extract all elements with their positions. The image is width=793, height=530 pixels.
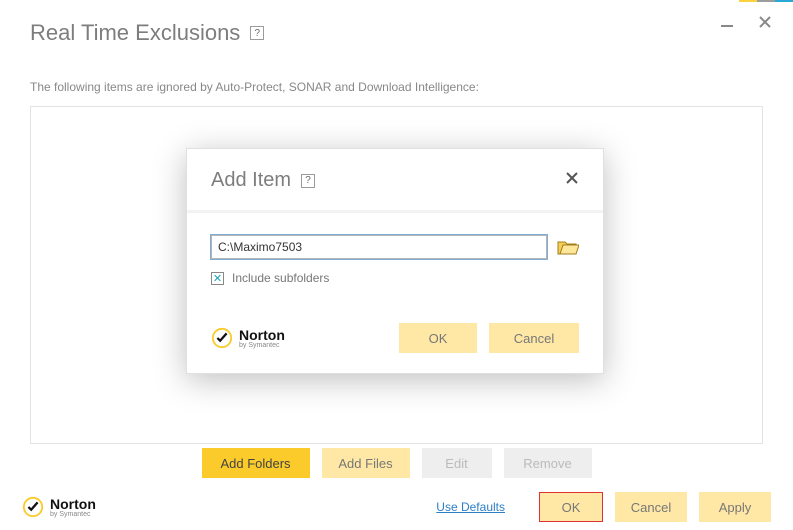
- dialog-norton-logo: Norton by Symantec: [211, 327, 387, 349]
- subtitle: The following items are ignored by Auto-…: [30, 80, 479, 94]
- ok-button[interactable]: OK: [539, 492, 603, 522]
- page-title: Real Time Exclusions: [30, 20, 240, 46]
- dialog-close-icon[interactable]: [565, 171, 579, 190]
- top-accent-strip: [739, 0, 793, 2]
- remove-button: Remove: [504, 448, 592, 478]
- include-subfolders-checkbox[interactable]: ✕: [211, 272, 224, 285]
- dialog-help-icon[interactable]: ?: [301, 174, 315, 188]
- close-icon[interactable]: [757, 14, 773, 30]
- edit-button: Edit: [422, 448, 492, 478]
- browse-folder-icon[interactable]: [557, 238, 579, 256]
- brand-sub: by Symantec: [50, 511, 96, 518]
- add-folders-button[interactable]: Add Folders: [202, 448, 310, 478]
- path-input[interactable]: [211, 235, 547, 259]
- apply-button[interactable]: Apply: [699, 492, 771, 522]
- norton-logo: Norton by Symantec: [22, 496, 96, 518]
- dialog-ok-button[interactable]: OK: [399, 323, 477, 353]
- include-subfolders-label: Include subfolders: [232, 271, 329, 285]
- dialog-title: Add Item: [211, 169, 291, 192]
- help-icon[interactable]: ?: [250, 26, 264, 40]
- dialog-brand-name: Norton: [239, 328, 285, 342]
- brand-name: Norton: [50, 497, 96, 511]
- add-files-button[interactable]: Add Files: [322, 448, 410, 478]
- add-item-dialog: Add Item ? ✕ Include subfolders: [186, 148, 604, 374]
- cancel-button[interactable]: Cancel: [615, 492, 687, 522]
- use-defaults-link[interactable]: Use Defaults: [436, 500, 505, 514]
- dialog-cancel-button[interactable]: Cancel: [489, 323, 579, 353]
- minimize-icon[interactable]: [719, 14, 735, 30]
- dialog-brand-sub: by Symantec: [239, 342, 285, 349]
